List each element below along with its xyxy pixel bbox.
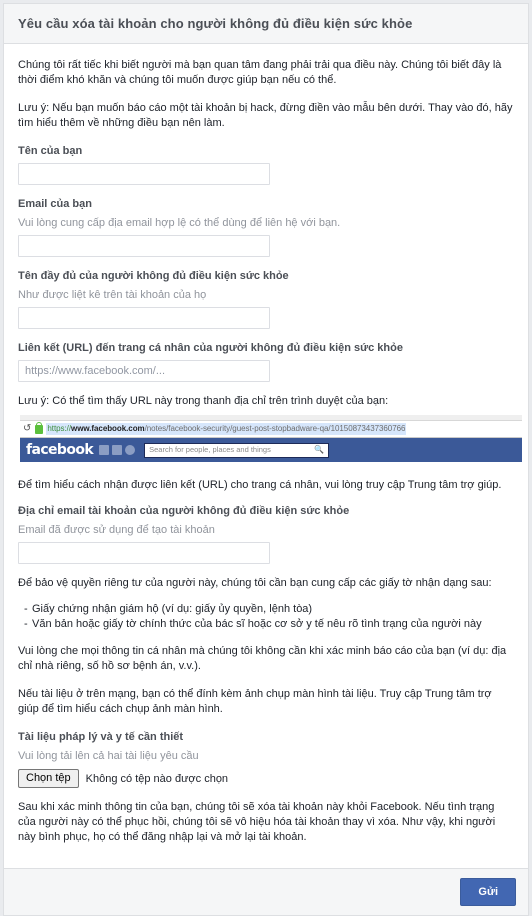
card-header: Yêu cầu xóa tài khoản cho người không đủ…: [4, 4, 528, 44]
intro-paragraph: Chúng tôi rất tiếc khi biết người mà bạn…: [18, 59, 502, 86]
list-item: Văn bản hoặc giấy tờ chính thức của bác …: [18, 617, 514, 632]
full-name-label: Tên đầy đủ của người không đủ điều kiện …: [18, 270, 289, 282]
profile-url-label: Liên kết (URL) đến trang cá nhân của ngư…: [18, 342, 403, 354]
page-wrapper: Yêu cầu xóa tài khoản cho người không đủ…: [0, 0, 532, 916]
url-scheme: https://: [47, 424, 72, 433]
facebook-blue-bar: facebook Search for people, places and t…: [20, 438, 522, 462]
url-domain: www.facebook.com: [71, 424, 145, 433]
your-name-input[interactable]: [18, 163, 270, 185]
hacked-account-notice: Lưu ý: Nếu bạn muốn báo cáo một tài khoả…: [18, 102, 513, 129]
account-email-input[interactable]: [18, 542, 270, 564]
profile-url-input[interactable]: [18, 360, 270, 382]
redaction-note: Vui lòng che mọi thông tin cá nhân mà ch…: [18, 645, 507, 672]
messages-icon: [112, 445, 123, 455]
facebook-logo: facebook: [26, 442, 94, 458]
facebook-nav-icons: [99, 445, 136, 455]
field-profile-url: Liên kết (URL) đến trang cá nhân của ngư…: [18, 341, 514, 382]
full-name-input[interactable]: [18, 307, 270, 329]
field-document-upload: Tài liệu pháp lý và y tế cần thiết Vui l…: [18, 730, 514, 788]
account-email-sublabel: Email đã được sử dụng để tạo tài khoản: [18, 524, 215, 536]
upload-label: Tài liệu pháp lý và y tế cần thiết: [18, 731, 184, 743]
page-title: Yêu cầu xóa tài khoản cho người không đủ…: [18, 16, 413, 31]
submit-button[interactable]: Gửi: [460, 878, 516, 906]
full-name-sublabel: Như được liệt kê trên tài khoản của họ: [18, 289, 207, 301]
field-your-email: Email của bạn Vui lòng cung cấp địa emai…: [18, 197, 514, 257]
lock-icon: [35, 421, 44, 434]
facebook-search-box: Search for people, places and things 🔍: [144, 442, 330, 458]
field-account-email: Địa chỉ email tài khoản của người không …: [18, 504, 514, 564]
notifications-globe-icon: [125, 445, 136, 455]
file-selection-status: Không có tệp nào được chọn: [85, 772, 229, 785]
screenshot-note: Nếu tài liệu ở trên mạng, bạn có thể đín…: [18, 688, 492, 715]
field-your-name: Tên của bạn: [18, 144, 514, 185]
browser-url-text: https://www.facebook.com/notes/facebook-…: [46, 423, 407, 435]
upload-sublabel: Vui lòng tải lên cả hai tài liệu yêu cầu: [18, 750, 199, 762]
browser-address-bar-screenshot: ↻ https://www.facebook.com/notes/faceboo…: [20, 415, 522, 468]
card-body: Chúng tôi rất tiếc khi biết người mà bạn…: [4, 44, 528, 868]
choose-file-button[interactable]: Chọn tệp: [18, 769, 79, 788]
card-footer: Gửi: [4, 868, 528, 915]
browser-url-bar: ↻ https://www.facebook.com/notes/faceboo…: [20, 421, 522, 438]
field-full-name: Tên đầy đủ của người không đủ điều kiện …: [18, 269, 514, 329]
search-icon: 🔍: [314, 445, 325, 454]
url-location-hint: Lưu ý: Có thể tìm thấy URL này trong tha…: [18, 395, 389, 407]
list-item: Giấy chứng nhận giám hộ (ví dụ: giấy ủy …: [18, 602, 514, 617]
your-email-input[interactable]: [18, 235, 270, 257]
privacy-intro: Để bảo vệ quyền riêng tư của người này, …: [18, 577, 492, 589]
your-name-label: Tên của bạn: [18, 145, 83, 157]
form-card: Yêu cầu xóa tài khoản cho người không đủ…: [3, 3, 529, 916]
file-input-row[interactable]: Chọn tệp Không có tệp nào được chọn: [18, 769, 514, 788]
reload-icon: ↻: [23, 423, 32, 434]
required-documents-list: Giấy chứng nhận giám hộ (ví dụ: giấy ủy …: [18, 602, 514, 632]
your-email-label: Email của bạn: [18, 198, 92, 210]
screenshot-bottom-edge: [20, 462, 522, 468]
your-email-sublabel: Vui lòng cung cấp địa email hợp lệ có th…: [18, 217, 341, 229]
url-path: /notes/facebook-security/guest-post-stop…: [144, 424, 406, 433]
account-email-label: Địa chỉ email tài khoản của người không …: [18, 505, 350, 517]
facebook-search-placeholder: Search for people, places and things: [149, 445, 271, 454]
closing-paragraph: Sau khi xác minh thông tin của bạn, chún…: [18, 801, 496, 843]
friend-requests-icon: [99, 445, 110, 455]
help-center-line: Để tìm hiểu cách nhận được liên kết (URL…: [18, 479, 502, 491]
